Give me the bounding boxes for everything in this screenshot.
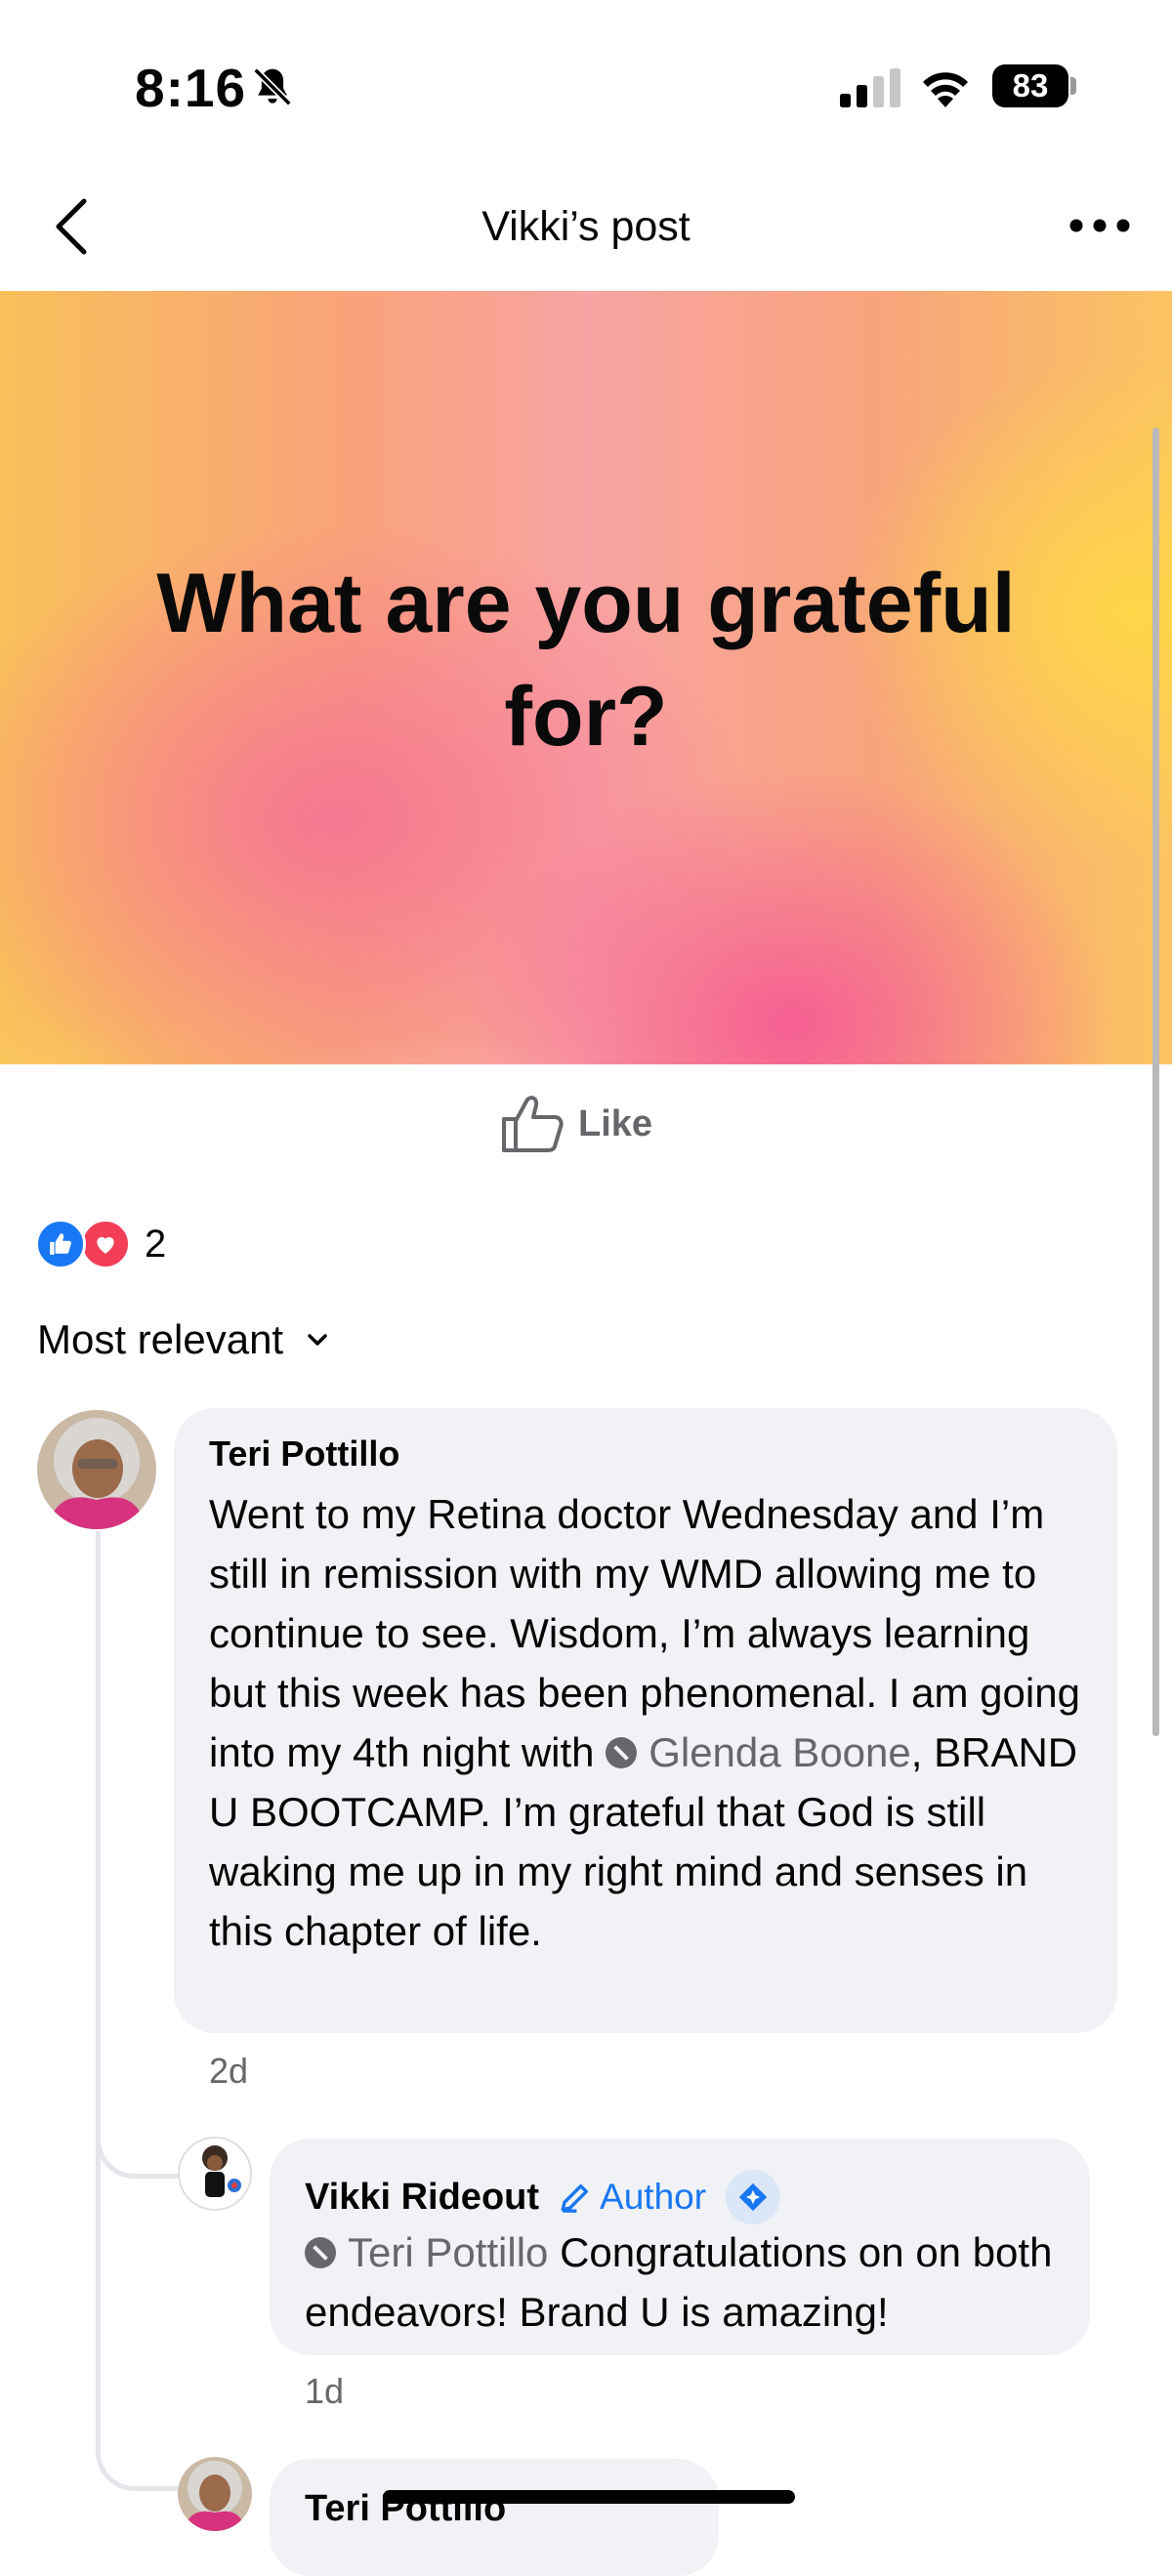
reaction-count: 2 <box>145 1222 167 1266</box>
like-reaction-icon <box>35 1219 86 1269</box>
bell-slash-icon <box>253 67 292 106</box>
back-arrow-icon[interactable] <box>51 197 90 256</box>
thread-line <box>96 2168 101 2412</box>
battery-indicator: 83 <box>992 64 1068 107</box>
sort-label: Most relevant <box>37 1316 284 1362</box>
mention-icon <box>606 1737 638 1768</box>
post-text: What are you grateful for? <box>156 557 1016 764</box>
avatar-vikki-rideout[interactable] <box>178 2137 252 2211</box>
comment-timestamp: 1d <box>305 2371 345 2411</box>
page-title: Vikki’s post <box>481 203 691 250</box>
reaction-summary[interactable]: 2 <box>35 1217 166 1271</box>
pencil-icon <box>561 2183 589 2213</box>
author-badge: Author <box>559 2177 706 2218</box>
comment-timestamp: 2d <box>209 2051 249 2091</box>
mention-link[interactable]: Glenda Boone <box>606 1729 911 1775</box>
like-button[interactable]: Like <box>500 1090 652 1158</box>
more-options-icon[interactable] <box>1068 211 1131 240</box>
comment-author[interactable]: Teri Pottillo <box>209 1433 399 1475</box>
reply-header: Vikki Rideout Author <box>305 2170 781 2224</box>
love-reaction-icon <box>80 1219 131 1269</box>
home-indicator[interactable] <box>383 2490 795 2504</box>
comment-text: Teri Pottillo Congratulations on on both… <box>305 2223 1076 2342</box>
chevron-down-icon <box>308 1334 327 1346</box>
author-label: Author <box>600 2177 707 2217</box>
cellular-signal-icon <box>840 68 900 107</box>
mention-link[interactable]: Teri Pottillo <box>305 2229 548 2275</box>
thumbs-up-icon <box>502 1096 564 1152</box>
avatar-teri-pottillo[interactable] <box>37 1410 156 1529</box>
wifi-icon <box>923 72 968 107</box>
comment-author[interactable]: Vikki Rideout <box>305 2177 539 2219</box>
top-contributor-badge-icon[interactable] <box>726 2170 781 2224</box>
reply-bubble[interactable]: Teri Pottillo <box>270 2459 719 2576</box>
status-time: 8:16 <box>135 58 247 118</box>
mention-icon <box>305 2237 336 2268</box>
battery-tip <box>1070 77 1076 95</box>
avatar-teri-pottillo[interactable] <box>178 2457 252 2531</box>
comment-text: Went to my Retina doctor Wednesday and I… <box>209 1484 1098 1961</box>
mention-name: Glenda Boone <box>649 1729 911 1775</box>
reply-bubble[interactable]: Vikki Rideout Author Teri Pottillo Congr… <box>270 2139 1090 2355</box>
like-label: Like <box>578 1102 653 1144</box>
comment-bubble[interactable]: Teri Pottillo Went to my Retina doctor W… <box>174 1408 1117 2033</box>
comment-sort-dropdown[interactable]: Most relevant <box>37 1316 328 1363</box>
thread-line-branch <box>96 2402 179 2491</box>
scrollbar[interactable] <box>1152 428 1159 1736</box>
thread-line <box>96 1531 101 2174</box>
mention-name: Teri Pottillo <box>348 2229 549 2275</box>
post-banner: What are you grateful for? <box>0 291 1172 1064</box>
thread-line-branch <box>96 2090 179 2179</box>
